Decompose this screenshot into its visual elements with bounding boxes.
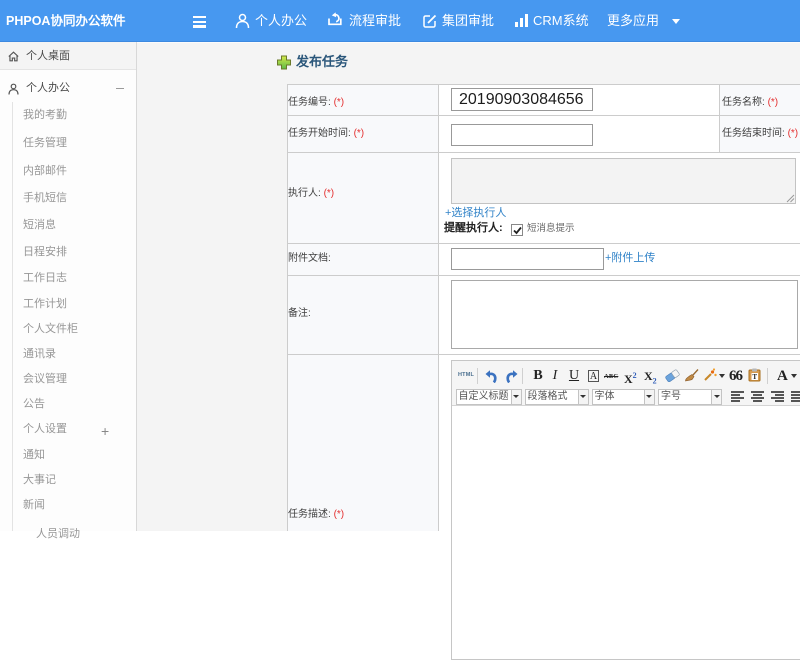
svg-text:T: T xyxy=(752,373,757,381)
